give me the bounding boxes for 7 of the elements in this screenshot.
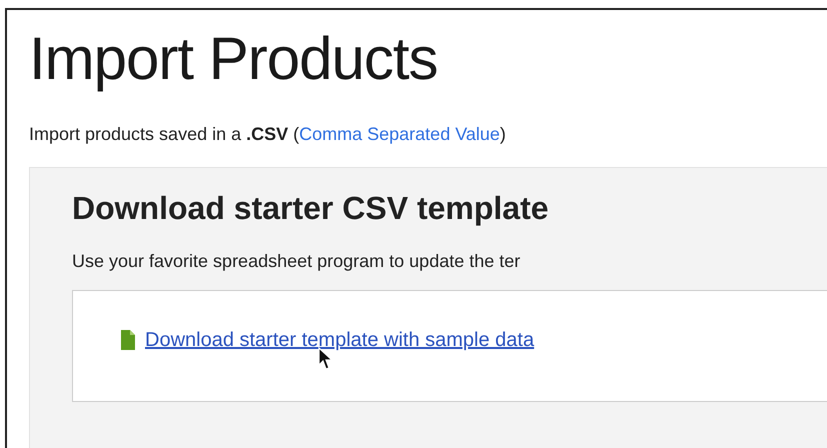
section-description: Use your favorite spreadsheet program to update the ter <box>72 251 522 272</box>
document-icon <box>121 330 135 350</box>
section-heading: Download starter CSV template <box>72 190 550 227</box>
download-link[interactable]: Download starter template with sample data <box>145 328 534 352</box>
page-title: Import Products <box>29 24 438 94</box>
csv-link[interactable]: Comma Separated Value <box>299 124 500 144</box>
intro-text: Import products saved in a .CSV (Comma Separated Value) <box>29 124 507 145</box>
